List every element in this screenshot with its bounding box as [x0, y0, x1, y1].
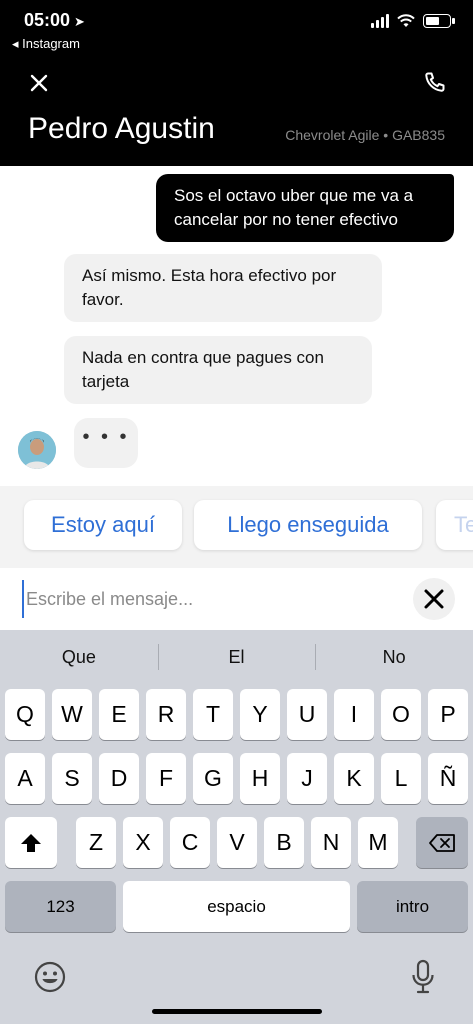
clear-icon [424, 589, 444, 609]
quick-replies: Estoy aquí Llego enseguida Te [0, 486, 473, 568]
key[interactable]: K [334, 753, 374, 804]
typing-indicator: • • • [74, 418, 138, 468]
key[interactable]: N [311, 817, 351, 868]
quick-reply-button[interactable]: Llego enseguida [194, 500, 422, 550]
suggestion-item[interactable]: Que [0, 630, 158, 684]
space-key[interactable]: espacio [123, 881, 350, 932]
key[interactable]: O [381, 689, 421, 740]
received-message: Nada en contra que pagues con tarjeta [64, 336, 372, 404]
key[interactable]: Ñ [428, 753, 468, 804]
key[interactable]: T [193, 689, 233, 740]
key[interactable]: X [123, 817, 163, 868]
cellular-signal-icon [371, 14, 389, 28]
status-time-text: 05:00 [24, 10, 71, 30]
key[interactable]: H [240, 753, 280, 804]
status-indicators [371, 14, 455, 28]
key[interactable]: C [170, 817, 210, 868]
chat-header: 05:00 ➤ ◂ Instagram Pedro Agustin Chevrol… [0, 0, 473, 166]
key[interactable]: B [264, 817, 304, 868]
location-arrow-icon: ➤ [74, 14, 85, 29]
status-time: 05:00 ➤ [24, 10, 85, 31]
key[interactable]: D [99, 753, 139, 804]
key[interactable]: Y [240, 689, 280, 740]
driver-photo [18, 431, 56, 469]
wifi-icon [397, 14, 415, 27]
back-to-app-link[interactable]: ◂ Instagram [12, 36, 80, 52]
close-icon[interactable] [26, 70, 52, 96]
sent-message: Sos el octavo uber que me va a cancelar … [156, 174, 454, 242]
message-composer [0, 568, 473, 630]
driver-avatar [18, 431, 56, 469]
shift-icon [21, 833, 41, 852]
key[interactable]: E [99, 689, 139, 740]
emoji-icon[interactable] [33, 960, 67, 994]
quick-reply-button[interactable]: Te [436, 500, 473, 550]
vehicle-info: Chevrolet Agile • GAB835 [285, 127, 445, 143]
key[interactable]: Q [5, 689, 45, 740]
battery-level [426, 17, 439, 25]
key[interactable]: S [52, 753, 92, 804]
phone-icon[interactable] [423, 70, 447, 94]
received-message: Así mismo. Esta hora efectivo por favor. [64, 254, 382, 322]
battery-icon [423, 14, 455, 28]
driver-name: Pedro Agustin [28, 112, 215, 145]
keyboard: Que El No Q W E R T Y U I O P A S D F G … [0, 630, 473, 1024]
quick-reply-button[interactable]: Estoy aquí [24, 500, 182, 550]
backspace-key[interactable] [416, 817, 468, 868]
home-indicator[interactable] [152, 1009, 322, 1014]
key[interactable]: L [381, 753, 421, 804]
suggestion-item[interactable]: No [315, 630, 473, 684]
key[interactable]: Z [76, 817, 116, 868]
microphone-icon[interactable] [410, 958, 436, 996]
key[interactable]: U [287, 689, 327, 740]
numbers-key[interactable]: 123 [5, 881, 116, 932]
suggestion-item[interactable]: El [157, 630, 316, 684]
key[interactable]: V [217, 817, 257, 868]
predictive-bar: Que El No [0, 630, 473, 684]
key[interactable]: F [146, 753, 186, 804]
key[interactable]: R [146, 689, 186, 740]
key[interactable]: W [52, 689, 92, 740]
key[interactable]: J [287, 753, 327, 804]
key[interactable]: P [428, 689, 468, 740]
return-key[interactable]: intro [357, 881, 468, 932]
backspace-icon [429, 833, 455, 852]
key[interactable]: G [193, 753, 233, 804]
message-list[interactable]: Sos el octavo uber que me va a cancelar … [0, 166, 473, 486]
message-input[interactable] [22, 580, 402, 618]
key[interactable]: A [5, 753, 45, 804]
shift-key[interactable] [5, 817, 57, 868]
key[interactable]: M [358, 817, 398, 868]
clear-button[interactable] [413, 578, 455, 620]
key[interactable]: I [334, 689, 374, 740]
